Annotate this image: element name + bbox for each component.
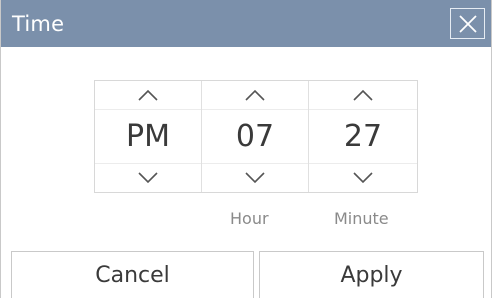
period-up-button[interactable] [95, 81, 201, 110]
hour-label: Hour [230, 209, 269, 228]
minute-label: Minute [334, 209, 389, 228]
time-picker: PM 07 27 [94, 80, 418, 193]
minute-column: 27 [309, 81, 417, 192]
apply-button[interactable]: Apply [259, 251, 484, 298]
hour-up-button[interactable] [202, 81, 308, 110]
hour-value: 07 [235, 118, 275, 154]
period-column: PM [95, 81, 202, 192]
close-icon [458, 14, 477, 33]
period-down-button[interactable] [95, 163, 201, 192]
close-button[interactable] [450, 8, 485, 39]
hour-column: 07 [202, 81, 309, 192]
chevron-up-icon [353, 86, 373, 105]
chevron-down-icon [353, 169, 373, 188]
chevron-down-icon [245, 169, 265, 188]
minute-value: 27 [343, 118, 383, 154]
time-dialog: Time PM 07 27 Hour Minute Cancel Apply [0, 0, 492, 298]
period-value: PM [126, 118, 170, 154]
minute-down-button[interactable] [309, 163, 417, 192]
chevron-up-icon [138, 86, 158, 105]
dialog-title: Time [12, 11, 65, 36]
hour-down-button[interactable] [202, 163, 308, 192]
minute-up-button[interactable] [309, 81, 417, 110]
title-bar: Time [1, 0, 491, 47]
cancel-button[interactable]: Cancel [11, 251, 254, 298]
chevron-up-icon [245, 86, 265, 105]
chevron-down-icon [138, 169, 158, 188]
